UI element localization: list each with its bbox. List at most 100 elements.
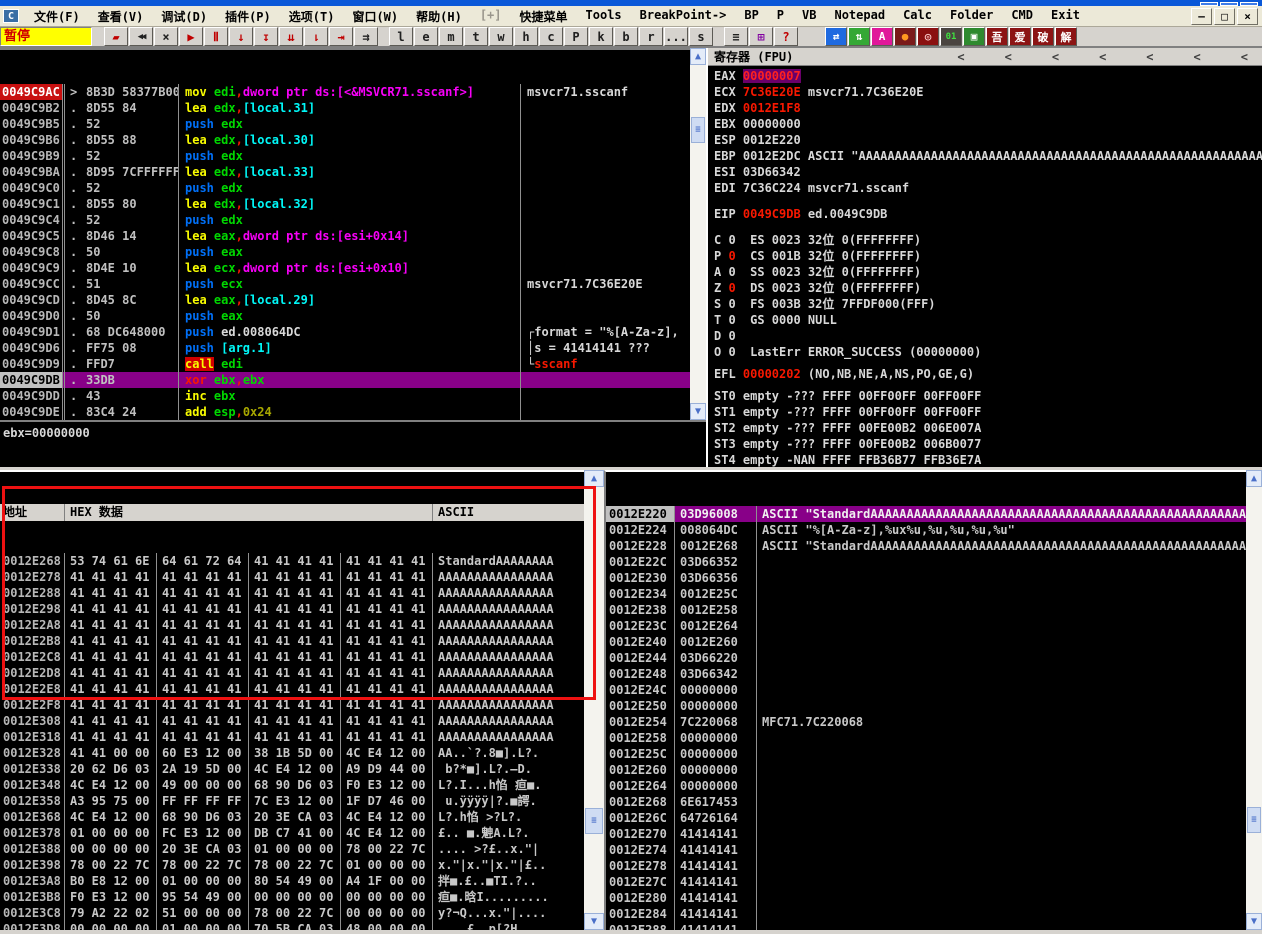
register-line[interactable]: P 0 CS 001B 32位 0(FFFFFFFF) bbox=[714, 248, 1262, 264]
history-caret-1[interactable]: < bbox=[957, 50, 964, 64]
disasm-row[interactable]: 0049C9D0.50push eax bbox=[0, 308, 690, 324]
help-button[interactable]: ? bbox=[774, 27, 798, 46]
scroll-down-arrow-icon[interactable]: ▼ bbox=[690, 403, 706, 420]
stack-row[interactable]: 0012E22C03D66352 bbox=[606, 554, 1246, 570]
disasm-row[interactable]: 0049C9BA.8D95 7CFFFFFFlea edx,[local.33] bbox=[0, 164, 690, 180]
dump-row[interactable]: 0012E27841 41 41 4141 41 41 4141 41 41 4… bbox=[0, 569, 584, 585]
register-line[interactable]: D 0 bbox=[714, 328, 1262, 344]
target-icon[interactable]: ◎ bbox=[917, 27, 939, 46]
stack-row[interactable]: 0012E27041414141 bbox=[606, 826, 1246, 842]
scroll-up-arrow-icon[interactable]: ▲ bbox=[584, 470, 604, 487]
52pojie-ai-icon[interactable]: 爱 bbox=[1009, 27, 1031, 46]
menu-item-19[interactable]: Exit bbox=[1042, 6, 1089, 27]
toolbar-letter-button-s[interactable]: s bbox=[689, 27, 713, 46]
dump-row[interactable]: 0012E26853 74 61 6E64 61 72 6441 41 41 4… bbox=[0, 553, 584, 569]
register-line[interactable]: ST3 empty -??? FFFF 00FE00B2 006B0077 bbox=[714, 436, 1262, 452]
disassembly-scrollbar[interactable]: ▲ ≡ ▼ bbox=[690, 48, 706, 420]
register-line[interactable]: EBX 00000000 bbox=[714, 116, 1262, 132]
toolbar-letter-button-m[interactable]: m bbox=[439, 27, 463, 46]
toolbar-letter-button-r[interactable]: r bbox=[639, 27, 663, 46]
scroll-up-arrow-icon[interactable]: ▲ bbox=[1246, 470, 1262, 487]
toolbar-letter-button-w[interactable]: w bbox=[489, 27, 513, 46]
close-process-button[interactable]: × bbox=[154, 27, 178, 46]
minimize-button[interactable]: – bbox=[1191, 8, 1212, 25]
disasm-row[interactable]: 0049C9B2.8D55 84lea edx,[local.31] bbox=[0, 100, 690, 116]
dump-row[interactable]: 0012E2D841 41 41 4141 41 41 4141 41 41 4… bbox=[0, 665, 584, 681]
stack-row[interactable]: 0012E26C64726164 bbox=[606, 810, 1246, 826]
dump-row[interactable]: 0012E37801 00 00 00FC E3 12 00DB C7 41 0… bbox=[0, 825, 584, 841]
disasm-row[interactable]: 0049C9DD.43inc ebx bbox=[0, 388, 690, 404]
menu-item-2[interactable]: 查看(V) bbox=[89, 6, 153, 27]
register-line[interactable]: EDX 0012E1F8 bbox=[714, 100, 1262, 116]
history-caret-3[interactable]: < bbox=[1052, 50, 1059, 64]
stack-row[interactable]: 0012E24403D66220 bbox=[606, 650, 1246, 666]
scroll-thumb[interactable]: ≡ bbox=[691, 117, 705, 143]
log-window-button[interactable]: ≡ bbox=[724, 27, 748, 46]
run-button[interactable]: ▶ bbox=[179, 27, 203, 46]
windows-button[interactable]: ⊞ bbox=[749, 27, 773, 46]
stack-row[interactable]: 0012E25C00000000 bbox=[606, 746, 1246, 762]
stack-row[interactable]: 0012E26400000000 bbox=[606, 778, 1246, 794]
disasm-row[interactable]: 0049C9D1.68 DC648000push ed.008064DC┌for… bbox=[0, 324, 690, 340]
stack-row[interactable]: 0012E26000000000 bbox=[606, 762, 1246, 778]
stack-row[interactable]: 0012E23003D66356 bbox=[606, 570, 1246, 586]
disasm-row[interactable]: 0049C9B9.52push edx bbox=[0, 148, 690, 164]
stack-row[interactable]: 0012E2280012E268ASCII "StandardAAAAAAAAA… bbox=[606, 538, 1246, 554]
disasm-row[interactable]: 0049C9C9.8D4E 10lea ecx,dword ptr ds:[es… bbox=[0, 260, 690, 276]
disasm-row[interactable]: 0049C9D9.FFD7call edi└sscanf bbox=[0, 356, 690, 372]
52pojie-po-icon[interactable]: 破 bbox=[1032, 27, 1054, 46]
stack-row[interactable]: 0012E2686E617453 bbox=[606, 794, 1246, 810]
disasm-row[interactable]: 0049C9C4.52push edx bbox=[0, 212, 690, 228]
stack-row[interactable]: 0012E23C0012E264 bbox=[606, 618, 1246, 634]
scroll-down-arrow-icon[interactable]: ▼ bbox=[584, 913, 604, 930]
toolbar-letter-button-h[interactable]: h bbox=[514, 27, 538, 46]
menu-item-10[interactable]: Tools bbox=[577, 6, 631, 27]
disasm-row[interactable]: 0049C9DB.33DBxor ebx,ebx bbox=[0, 372, 690, 388]
menu-item-11[interactable]: BreakPoint-> bbox=[631, 6, 736, 27]
history-caret-4[interactable]: < bbox=[1099, 50, 1106, 64]
disasm-row[interactable]: 0049C9C0.52push edx bbox=[0, 180, 690, 196]
history-caret-2[interactable]: < bbox=[1005, 50, 1012, 64]
dump-row[interactable]: 0012E31841 41 41 4141 41 41 4141 41 41 4… bbox=[0, 729, 584, 745]
register-line[interactable]: ST4 empty -NAN FFFF FFB36B77 FFB36E7A bbox=[714, 452, 1262, 467]
register-line[interactable]: A 0 SS 0023 32位 0(FFFFFFFF) bbox=[714, 264, 1262, 280]
disasm-row[interactable]: 0049C9B6.8D55 88lea edx,[local.30] bbox=[0, 132, 690, 148]
register-line[interactable]: Z 0 DS 0023 32位 0(FFFFFFFF) bbox=[714, 280, 1262, 296]
assembler-icon[interactable]: A bbox=[871, 27, 893, 46]
menu-item-4[interactable]: 插件(P) bbox=[216, 6, 280, 27]
register-line[interactable]: C 0 ES 0023 32位 0(FFFFFFFF) bbox=[714, 232, 1262, 248]
register-line[interactable]: ESP 0012E220 bbox=[714, 132, 1262, 148]
dump-row[interactable]: 0012E29841 41 41 4141 41 41 4141 41 41 4… bbox=[0, 601, 584, 617]
scroll-thumb[interactable]: ≡ bbox=[585, 808, 603, 834]
register-line[interactable]: EIP 0049C9DB ed.0049C9DB bbox=[714, 206, 1262, 222]
menu-item-17[interactable]: Folder bbox=[941, 6, 1002, 27]
dump-row[interactable]: 0012E358A3 95 75 00FF FF FF FF7C E3 12 0… bbox=[0, 793, 584, 809]
stack-row[interactable]: 0012E24C00000000 bbox=[606, 682, 1246, 698]
dump-row[interactable]: 0012E2F841 41 41 4141 41 41 4141 41 41 4… bbox=[0, 697, 584, 713]
disasm-row[interactable]: 0049C9CD.8D45 8Clea eax,[local.29] bbox=[0, 292, 690, 308]
register-line[interactable]: ST0 empty -??? FFFF 00FF00FF 00FF00FF bbox=[714, 388, 1262, 404]
pause-button[interactable]: Ⅱ bbox=[204, 27, 228, 46]
dump-row[interactable]: 0012E3684C E4 12 0068 90 D6 0320 3E CA 0… bbox=[0, 809, 584, 825]
binary-icon[interactable]: 01 bbox=[940, 27, 962, 46]
52pojie-jie-icon[interactable]: 解 bbox=[1055, 27, 1077, 46]
disasm-row[interactable]: 0049C9C1.8D55 80lea edx,[local.32] bbox=[0, 196, 690, 212]
menu-item-9[interactable]: 快捷菜单 bbox=[511, 6, 577, 27]
toolbar-letter-button-l[interactable]: l bbox=[389, 27, 413, 46]
stack-row[interactable]: 0012E27841414141 bbox=[606, 858, 1246, 874]
disasm-row[interactable]: 0049C9D6.FF75 08push [arg.1]│s = 4141414… bbox=[0, 340, 690, 356]
disasm-row[interactable]: 0049C9CC.51push ecxmsvcr71.7C36E20E bbox=[0, 276, 690, 292]
menu-item-12[interactable]: BP bbox=[735, 6, 767, 27]
open-file-button[interactable]: ▰ bbox=[104, 27, 128, 46]
go-to-button[interactable]: ⇉ bbox=[354, 27, 378, 46]
stack-row[interactable]: 0012E224008064DCASCII "%[A-Za-z],%ux%u,%… bbox=[606, 522, 1246, 538]
dump-row[interactable]: 0012E2C841 41 41 4141 41 41 4141 41 41 4… bbox=[0, 649, 584, 665]
stack-row[interactable]: 0012E2547C220068MFC71.7C220068 bbox=[606, 714, 1246, 730]
breakpoint-ball-icon[interactable]: ● bbox=[894, 27, 916, 46]
scroll-up-arrow-icon[interactable]: ▲ bbox=[690, 48, 706, 65]
dump-row[interactable]: 0012E2A841 41 41 4141 41 41 4141 41 41 4… bbox=[0, 617, 584, 633]
disasm-row[interactable]: 0049C9DE.83C4 24add esp,0x24 bbox=[0, 404, 690, 420]
compare-icon[interactable]: ⇄ bbox=[825, 27, 847, 46]
toolbar-letter-button-e[interactable]: e bbox=[414, 27, 438, 46]
dump-row[interactable]: 0012E38800 00 00 0020 3E CA 0301 00 00 0… bbox=[0, 841, 584, 857]
